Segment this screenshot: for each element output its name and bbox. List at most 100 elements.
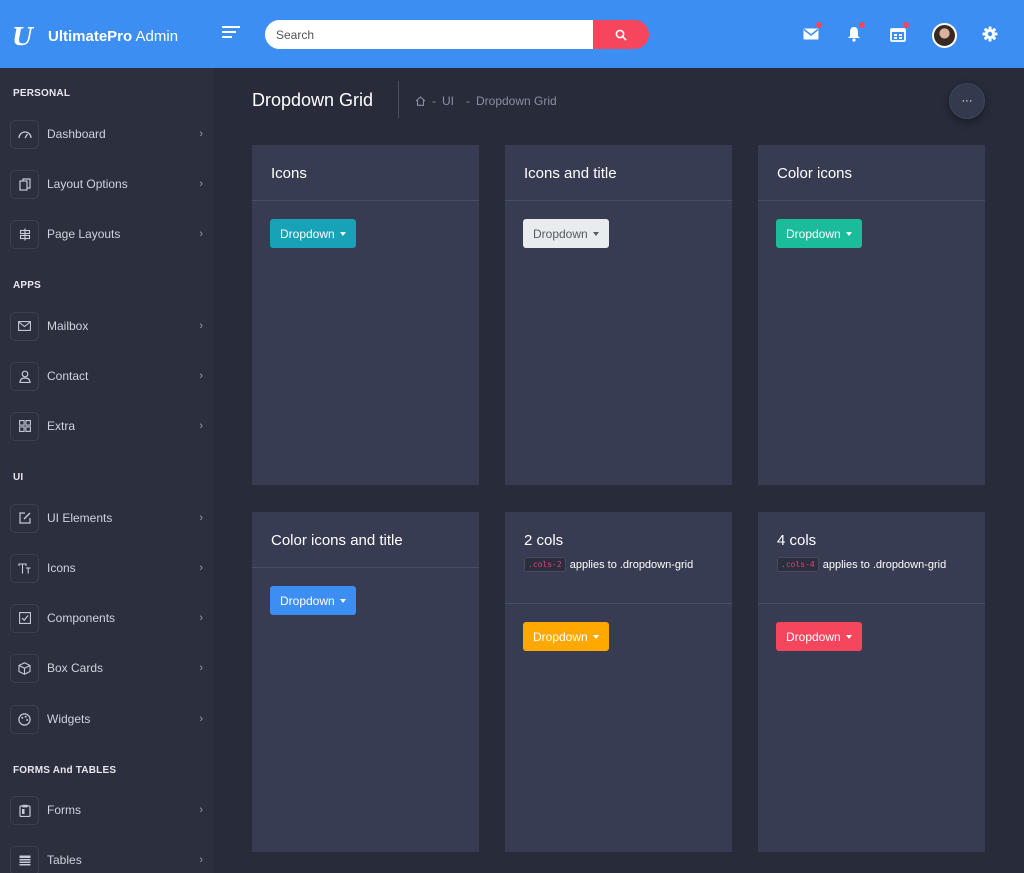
sidebar-item-extra[interactable]: Extra › <box>10 410 203 442</box>
chevron-right-icon: › <box>199 512 203 524</box>
speedometer-icon <box>10 119 39 149</box>
card-description: .cols-4 applies to .dropdown-grid <box>777 557 966 572</box>
chevron-right-icon: › <box>199 370 203 382</box>
caret-down-icon <box>339 598 346 603</box>
avatar[interactable] <box>932 23 957 48</box>
sidebar-item-box-cards[interactable]: Box Cards › <box>10 652 203 684</box>
box-icon <box>10 653 39 683</box>
description-text: applies to .dropdown-grid <box>822 558 947 571</box>
table-icon <box>10 845 39 873</box>
card-header: Icons <box>252 145 479 201</box>
card-color-icons: Color icons Dropdown <box>758 145 985 485</box>
search-icon <box>615 29 627 41</box>
sidebar-item-ui-elements[interactable]: UI Elements › <box>10 502 203 534</box>
card-title: 4 cols <box>777 532 817 549</box>
brand-logo: U <box>12 22 33 51</box>
more-options-button[interactable]: ··· <box>949 83 985 119</box>
home-icon[interactable] <box>415 96 426 106</box>
search-button[interactable] <box>593 20 649 49</box>
sidebar-item-components[interactable]: Components › <box>10 602 203 634</box>
chevron-right-icon: › <box>199 228 203 240</box>
search-input[interactable] <box>265 20 593 49</box>
user-icon <box>10 361 39 391</box>
chevron-right-icon: › <box>199 128 203 140</box>
caret-down-icon <box>592 634 599 639</box>
mail-notification-dot <box>816 22 822 28</box>
breadcrumb: - UI - Dropdown Grid <box>415 94 557 108</box>
brand-name: UltimatePro Admin <box>48 28 179 45</box>
sidebar-item-page-layouts[interactable]: Page Layouts › <box>10 218 203 250</box>
sidebar-item-tables[interactable]: Tables › <box>10 844 203 873</box>
top-header: U UltimatePro Admin <box>0 0 1024 68</box>
card-title: 2 cols <box>524 532 564 549</box>
more-icon: ··· <box>961 95 973 107</box>
card-header: 4 cols .cols-4 applies to .dropdown-grid <box>758 512 985 604</box>
sidebar-item-label: Icons <box>47 561 76 575</box>
card-2-cols: 2 cols .cols-2 applies to .dropdown-grid… <box>505 512 732 852</box>
menu-toggle-icon[interactable] <box>222 26 240 40</box>
sidebar-item-label: Components <box>47 611 116 625</box>
sidebar-item-mailbox[interactable]: Mailbox › <box>10 310 203 342</box>
sidebar-item-icons[interactable]: Icons › <box>10 552 203 584</box>
sidebar-item-label: Widgets <box>47 712 91 726</box>
brand[interactable]: U UltimatePro Admin <box>12 22 178 51</box>
breadcrumb-ui[interactable]: UI <box>442 94 454 108</box>
chevron-right-icon: › <box>199 662 203 674</box>
page-title: Dropdown Grid <box>252 90 374 110</box>
dropdown-button[interactable]: Dropdown <box>523 622 609 651</box>
sidebar-item-forms[interactable]: Forms › <box>10 794 203 826</box>
grid-icon <box>10 411 39 441</box>
card-header: Color icons and title <box>252 512 479 568</box>
gear-icon[interactable] <box>980 24 1000 44</box>
dropdown-button[interactable]: Dropdown <box>776 219 862 248</box>
sidebar-item-widgets[interactable]: Widgets › <box>10 703 203 735</box>
check-square-icon <box>10 603 39 633</box>
card-title: Color icons and title <box>271 532 403 549</box>
envelope-icon <box>10 311 39 341</box>
card-icons: Icons Dropdown <box>252 145 479 485</box>
edit-icon <box>10 503 39 533</box>
sidebar-item-contact[interactable]: Contact › <box>10 360 203 392</box>
card-header: Icons and title <box>505 145 732 201</box>
sidebar-item-label: Forms <box>47 803 81 817</box>
bell-icon[interactable] <box>844 22 865 44</box>
copy-icon <box>10 169 39 199</box>
chevron-right-icon: › <box>199 420 203 432</box>
code-snippet: .cols-2 <box>524 557 566 572</box>
sidebar-item-layout-options[interactable]: Layout Options › <box>10 168 203 200</box>
sidebar-item-label: Mailbox <box>47 319 89 333</box>
chevron-right-icon: › <box>199 320 203 332</box>
sidebar-item-label: Dashboard <box>47 127 106 141</box>
chevron-right-icon: › <box>199 713 203 725</box>
breadcrumb-current: Dropdown Grid <box>476 94 557 108</box>
card-title: Icons and title <box>524 165 617 182</box>
card-title: Color icons <box>777 165 853 182</box>
description-text: applies to .dropdown-grid <box>569 558 694 571</box>
card-description: .cols-2 applies to .dropdown-grid <box>524 557 713 572</box>
clipboard-icon <box>10 795 39 825</box>
dropdown-button[interactable]: Dropdown <box>523 219 609 248</box>
chevron-right-icon: › <box>199 178 203 190</box>
sidebar-section-forms-and-tables: FORMS And TABLES <box>13 765 117 776</box>
sidebar-item-label: Box Cards <box>47 661 104 675</box>
caret-down-icon <box>592 231 599 236</box>
dropdown-button[interactable]: Dropdown <box>270 586 356 615</box>
sidebar-item-label: Tables <box>47 853 82 867</box>
type-icon <box>10 553 39 583</box>
sidebar-item-label: Extra <box>47 419 76 433</box>
palette-icon <box>10 704 39 734</box>
sidebar-section-ui: UI <box>13 472 24 483</box>
dropdown-button[interactable]: Dropdown <box>776 622 862 651</box>
dropdown-button[interactable]: Dropdown <box>270 219 356 248</box>
caret-down-icon <box>845 634 852 639</box>
card-color-icons-and-title: Color icons and title Dropdown <box>252 512 479 852</box>
sidebar-item-dashboard[interactable]: Dashboard › <box>10 118 203 150</box>
signpost-icon <box>10 219 39 249</box>
bell-notification-dot <box>859 22 865 28</box>
calendar-icon[interactable] <box>888 22 909 44</box>
sidebar-section-apps: APPS <box>13 280 42 291</box>
mail-icon[interactable] <box>801 22 822 44</box>
card-icons-and-title: Icons and title Dropdown <box>505 145 732 485</box>
title-divider <box>398 81 399 118</box>
sidebar-item-label: Page Layouts <box>47 227 121 241</box>
